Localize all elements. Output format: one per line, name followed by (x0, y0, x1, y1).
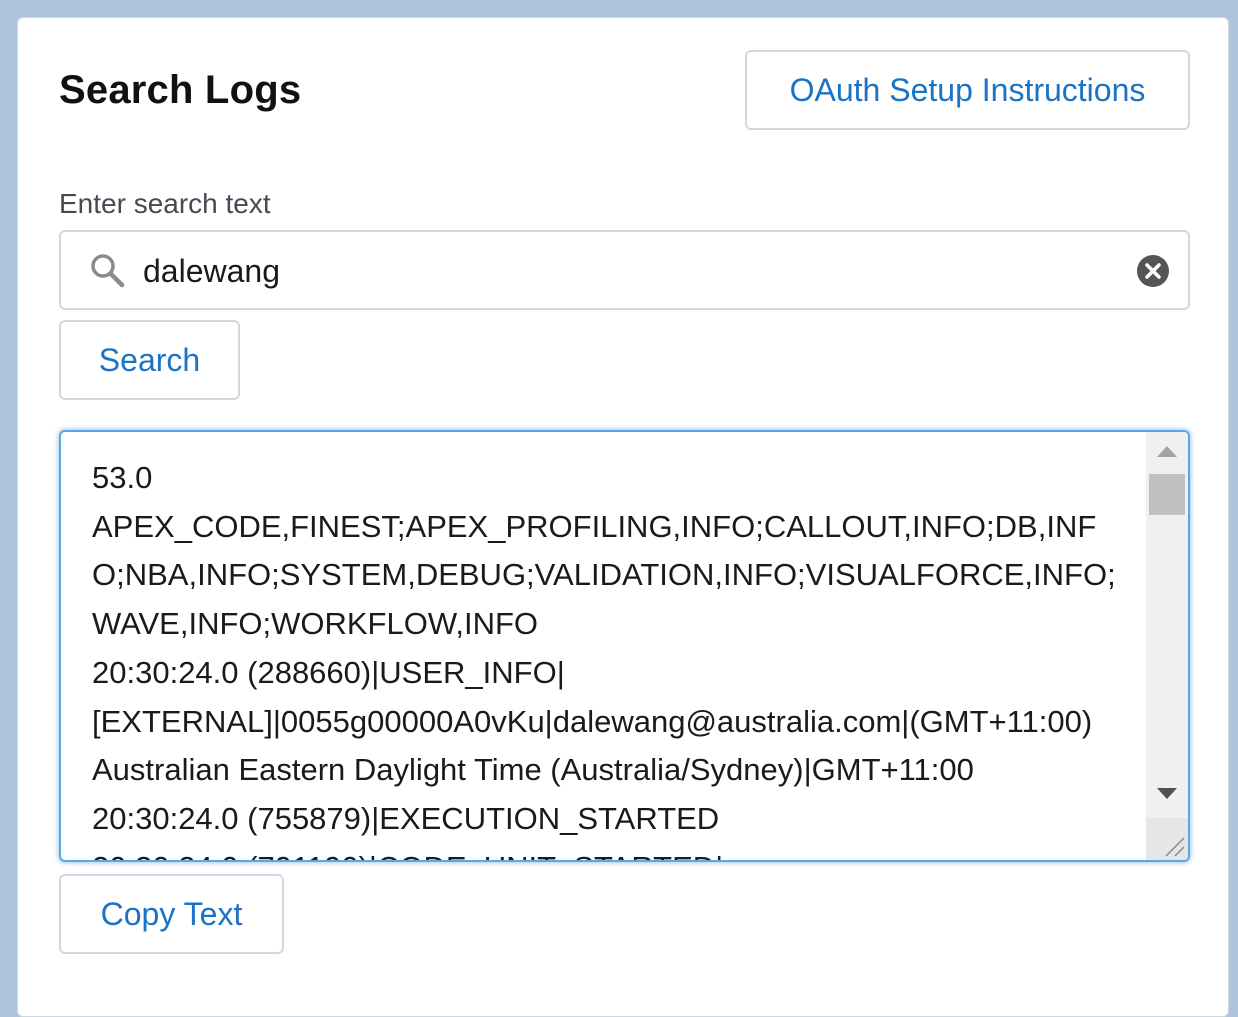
search-box (59, 230, 1190, 310)
scroll-up-arrow-icon[interactable] (1157, 446, 1177, 457)
search-logs-card: Search Logs OAuth Setup Instructions Ent… (17, 17, 1229, 1017)
log-output-textarea[interactable]: 53.0 APEX_CODE,FINEST;APEX_PROFILING,INF… (59, 430, 1190, 862)
clear-icon[interactable] (1136, 254, 1170, 288)
search-button[interactable]: Search (59, 320, 240, 400)
search-icon (91, 254, 125, 288)
search-input[interactable] (141, 244, 1105, 298)
scroll-down-arrow-icon[interactable] (1157, 788, 1177, 799)
resize-handle-icon[interactable] (1146, 818, 1188, 860)
oauth-setup-button[interactable]: OAuth Setup Instructions (745, 50, 1190, 130)
scroll-thumb[interactable] (1149, 474, 1185, 515)
copy-text-button[interactable]: Copy Text (59, 874, 284, 954)
log-scrollbar[interactable] (1146, 432, 1188, 860)
log-text: 53.0 APEX_CODE,FINEST;APEX_PROFILING,INF… (92, 460, 1116, 860)
page-title: Search Logs (59, 68, 302, 112)
search-field-label: Enter search text (59, 188, 271, 219)
